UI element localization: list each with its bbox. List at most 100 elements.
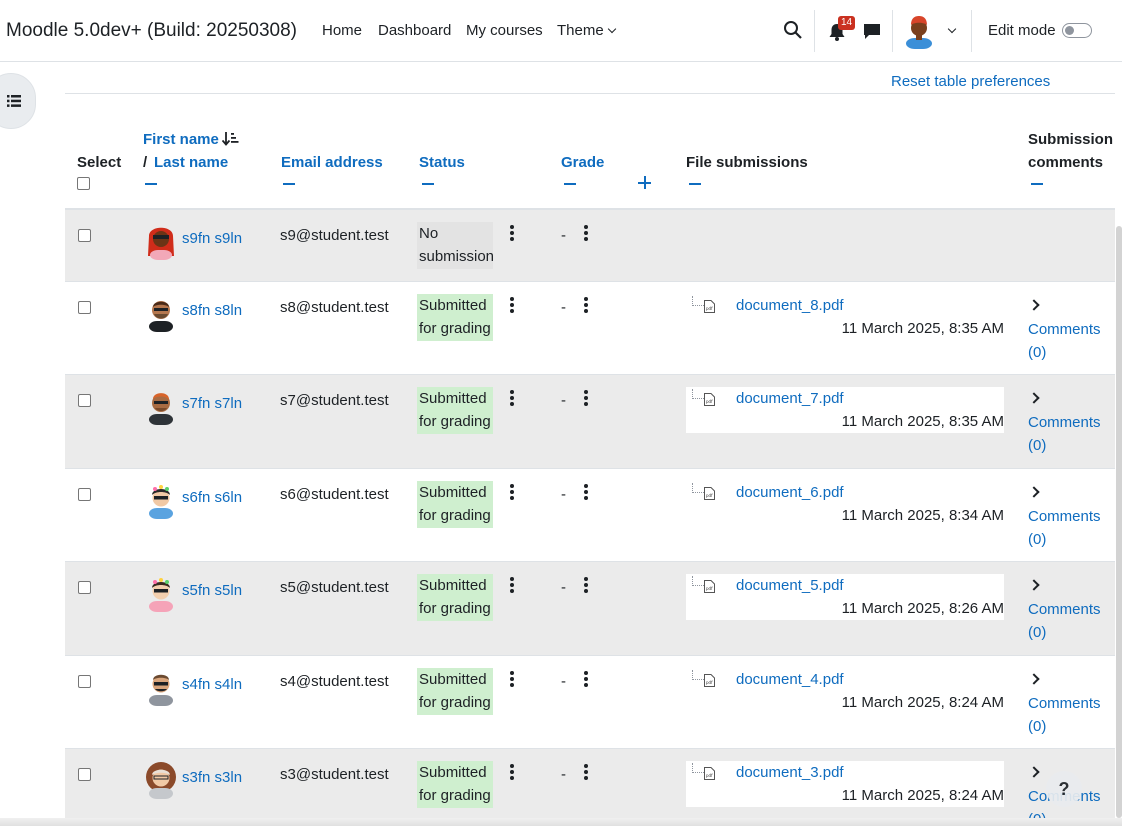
student-email: s3@student.test: [280, 766, 389, 783]
chevron-right-icon[interactable]: [1028, 299, 1040, 311]
svg-text:pdf: pdf: [706, 493, 713, 498]
comments-link[interactable]: Comments (0): [1028, 506, 1108, 551]
top-navbar: Moodle 5.0dev+ (Build: 20250308) Home Da…: [0, 0, 1122, 62]
user-avatar: [149, 485, 173, 519]
file-link[interactable]: document_8.pdf: [736, 297, 844, 314]
status-badge: Submitted for grading: [417, 387, 493, 434]
header-submission-comments-line2: comments: [1028, 154, 1104, 171]
collapse-name-column-icon[interactable]: [145, 183, 157, 185]
row-select-checkbox[interactable]: [78, 229, 91, 242]
student-name-link[interactable]: s8fn s8ln: [182, 302, 242, 319]
table-row: s3fn s3ln s3@student.test Submitted for …: [65, 749, 1115, 826]
status-actions-menu-icon[interactable]: [510, 297, 514, 313]
comments-link[interactable]: Comments (0): [1028, 319, 1108, 364]
header-select: Select: [77, 154, 122, 171]
status-actions-menu-icon[interactable]: [510, 671, 514, 687]
grade-actions-menu-icon[interactable]: [584, 764, 588, 780]
help-button[interactable]: ?: [1046, 771, 1082, 807]
user-avatar: [149, 674, 173, 706]
header-status[interactable]: Status: [419, 151, 465, 174]
course-index-drawer-button[interactable]: [0, 73, 36, 129]
nav-dashboard[interactable]: Dashboard: [378, 22, 451, 39]
student-name-link[interactable]: s6fn s6ln: [182, 489, 242, 506]
row-select-checkbox[interactable]: [78, 394, 91, 407]
grade-value: -: [561, 392, 566, 409]
student-name-link[interactable]: s4fn s4ln: [182, 676, 242, 693]
navbar-divider: [971, 10, 972, 52]
user-avatar[interactable]: [903, 13, 935, 49]
vertical-scrollbar[interactable]: [1116, 226, 1122, 818]
theme-label: Theme: [557, 22, 604, 39]
header-grade[interactable]: Grade: [561, 151, 604, 174]
grade-actions-menu-icon[interactable]: [584, 225, 588, 241]
file-link[interactable]: document_6.pdf: [736, 484, 844, 501]
chevron-right-icon[interactable]: [1028, 766, 1040, 778]
file-link[interactable]: document_3.pdf: [736, 764, 844, 781]
student-name-link[interactable]: s9fn s9ln: [182, 230, 242, 247]
file-link[interactable]: document_4.pdf: [736, 671, 844, 688]
row-select-checkbox[interactable]: [78, 768, 91, 781]
edit-mode-toggle[interactable]: [1062, 23, 1092, 38]
nav-home[interactable]: Home: [322, 22, 362, 39]
header-last-name[interactable]: Last name: [154, 151, 228, 174]
chevron-right-icon[interactable]: [1028, 673, 1040, 685]
collapse-comments-icon[interactable]: [1031, 183, 1043, 185]
status-actions-menu-icon[interactable]: [510, 484, 514, 500]
comments-link[interactable]: Comments (0): [1028, 599, 1108, 644]
header-email[interactable]: Email address: [281, 151, 383, 174]
tree-connector: [692, 483, 704, 493]
comments-link[interactable]: Comments (0): [1028, 412, 1108, 457]
status-actions-menu-icon[interactable]: [510, 390, 514, 406]
grade-actions-menu-icon[interactable]: [584, 297, 588, 313]
tree-connector: [692, 763, 704, 773]
status-actions-menu-icon[interactable]: [510, 225, 514, 241]
sort-ascending-icon: [221, 132, 239, 146]
row-select-checkbox[interactable]: [78, 581, 91, 594]
grade-actions-menu-icon[interactable]: [584, 577, 588, 593]
student-email: s8@student.test: [280, 299, 389, 316]
status-badge: Submitted for grading: [417, 294, 493, 341]
header-slash: /: [143, 154, 148, 171]
student-name-link[interactable]: s3fn s3ln: [182, 769, 242, 786]
site-name[interactable]: Moodle 5.0dev+ (Build: 20250308): [6, 20, 297, 42]
collapse-status-column-icon[interactable]: [422, 183, 434, 185]
file-link[interactable]: document_7.pdf: [736, 390, 844, 407]
collapse-file-submissions-icon[interactable]: [689, 183, 701, 185]
row-select-checkbox[interactable]: [78, 488, 91, 501]
file-submission: pdf document_5.pdf 11 March 2025, 8:26 A…: [686, 574, 1004, 620]
grade-actions-menu-icon[interactable]: [584, 390, 588, 406]
student-name-link[interactable]: s7fn s7ln: [182, 395, 242, 412]
file-link[interactable]: document_5.pdf: [736, 577, 844, 594]
grade-actions-menu-icon[interactable]: [584, 671, 588, 687]
select-all-checkbox[interactable]: [77, 177, 90, 190]
grade-value: -: [561, 486, 566, 503]
status-actions-menu-icon[interactable]: [510, 577, 514, 593]
user-avatar: [149, 393, 173, 425]
status-badge: Submitted for grading: [417, 761, 493, 808]
file-submission: pdf document_3.pdf 11 March 2025, 8:24 A…: [686, 761, 1004, 807]
grade-value: -: [561, 227, 566, 244]
pdf-file-icon: pdf: [704, 487, 715, 500]
chevron-right-icon[interactable]: [1028, 579, 1040, 591]
collapse-email-column-icon[interactable]: [283, 183, 295, 185]
user-menu-chevron-down-icon[interactable]: [947, 24, 957, 34]
student-name-link[interactable]: s5fn s5ln: [182, 582, 242, 599]
file-submission: pdf document_8.pdf 11 March 2025, 8:35 A…: [686, 294, 1004, 340]
table-row: s4fn s4ln s4@student.test Submitted for …: [65, 656, 1115, 749]
row-select-checkbox[interactable]: [78, 675, 91, 688]
search-icon[interactable]: [783, 20, 803, 40]
grade-actions-menu-icon[interactable]: [584, 484, 588, 500]
reset-table-preferences-link[interactable]: Reset table preferences: [891, 73, 1050, 90]
header-first-name[interactable]: First name: [143, 128, 239, 151]
comments-link[interactable]: Comments (0): [1028, 693, 1108, 738]
nav-theme-menu[interactable]: Theme: [557, 22, 616, 39]
collapse-grade-column-icon[interactable]: [564, 183, 576, 185]
expand-column-plus-icon[interactable]: [638, 176, 651, 189]
status-actions-menu-icon[interactable]: [510, 764, 514, 780]
chevron-right-icon[interactable]: [1028, 392, 1040, 404]
messages-icon[interactable]: [862, 22, 882, 42]
nav-my-courses[interactable]: My courses: [466, 22, 543, 39]
page-bottom-edge: [0, 818, 1122, 826]
chevron-right-icon[interactable]: [1028, 486, 1040, 498]
row-select-checkbox[interactable]: [78, 301, 91, 314]
